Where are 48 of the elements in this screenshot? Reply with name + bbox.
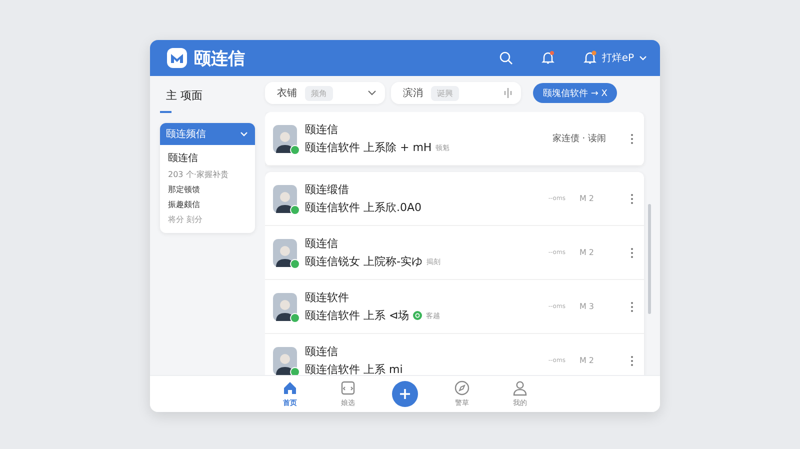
filter-dropdown[interactable]: 滨消 诞興: [391, 82, 521, 104]
count-text: M 3: [579, 302, 594, 311]
count-text: M 2: [579, 248, 594, 257]
caret-icon: [239, 129, 249, 139]
contact-name: 颐连信: [305, 344, 339, 359]
contact-name: 颐连缎借: [305, 182, 350, 197]
message-preview: 颐连信软件 上系欣.0A0: [305, 200, 422, 215]
page-tab[interactable]: 主 项面: [160, 76, 208, 113]
home-icon: [282, 380, 298, 396]
bell-icon[interactable]: [540, 50, 556, 66]
filter-chip: 频角: [305, 86, 333, 100]
app-logo-icon: [166, 47, 188, 69]
adjust-icon: [503, 88, 513, 98]
count-text: M 2: [579, 194, 594, 203]
sidebar-item[interactable]: 那定顿馈: [160, 182, 255, 197]
bell-icon[interactable]: [582, 50, 598, 66]
user-name[interactable]: 打烊eP: [602, 51, 634, 65]
contact-name: 颐连软件: [305, 290, 350, 305]
person-icon: [512, 380, 528, 396]
scrollbar[interactable]: [648, 204, 651, 314]
message-preview: 颐连信软件 上系除 + mH: [305, 140, 432, 155]
more-icon[interactable]: [630, 132, 634, 144]
message-preview: 颐连信软件 上系 mi: [305, 362, 403, 375]
add-button[interactable]: [392, 381, 418, 407]
chevron-icon: [367, 88, 377, 98]
sidebar-item[interactable]: 颐连信: [160, 145, 255, 167]
search-icon[interactable]: [498, 50, 514, 66]
message-preview: 颐连信锐女 上院称-实ゆ: [305, 254, 422, 269]
filter-chip: 诞興: [431, 86, 459, 100]
caret-icon[interactable]: [638, 53, 648, 63]
more-icon[interactable]: [630, 300, 634, 312]
filter-dropdown[interactable]: 衣铺 频角: [265, 82, 385, 104]
more-icon[interactable]: [630, 246, 634, 258]
compass-icon: [454, 380, 470, 396]
more-icon[interactable]: [630, 354, 634, 366]
sidebar-dropdown[interactable]: 颐连频信: [160, 123, 255, 145]
action-button[interactable]: 颐塊信软件 → X: [533, 83, 618, 103]
code-window-icon: [340, 380, 356, 396]
more-icon[interactable]: [630, 192, 634, 204]
sidebar-item[interactable]: 振趣颇信: [160, 197, 255, 212]
app-name: 颐连信: [194, 48, 245, 70]
count-text: M 2: [579, 356, 594, 365]
message-preview: 颐连信软件 上系 ⊲场: [305, 308, 410, 323]
status-text: 家连债 · 读闹: [552, 132, 606, 145]
plus-icon: [397, 386, 413, 402]
contact-name: 颐连信: [305, 122, 339, 137]
contact-name: 颐连信: [305, 236, 339, 251]
sidebar-item[interactable]: 203 个·家握补贵: [160, 167, 255, 182]
